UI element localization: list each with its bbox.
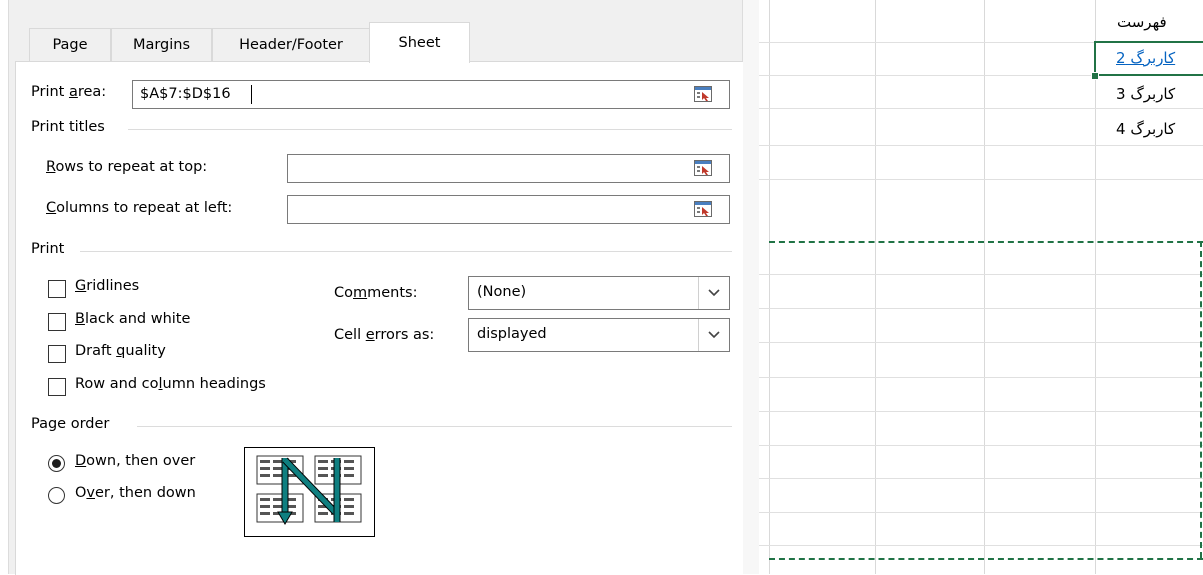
collapse-dialog-icon [694, 160, 712, 176]
columns-collapse-button[interactable] [692, 199, 714, 219]
tab-page[interactable]: Page [29, 28, 111, 61]
row-gridline [759, 478, 1203, 479]
row-gridline [759, 411, 1203, 412]
row-gridline [759, 512, 1203, 513]
cell-errors-select[interactable]: displayed [468, 318, 730, 352]
dialog-left-border [0, 0, 9, 574]
page-order-down-then-over-icon [256, 455, 362, 525]
columns-to-repeat-input[interactable] [287, 195, 730, 224]
tab-header-footer-label: Header/Footer [239, 37, 343, 53]
page-order-heading: Page order [31, 416, 110, 432]
chevron-down-icon [708, 331, 720, 339]
tab-margins[interactable]: Margins [111, 28, 212, 61]
tab-sheet[interactable]: Sheet [369, 22, 470, 63]
black-and-white-label: Black and white [75, 311, 191, 327]
rows-to-repeat-label: Rows to repeat at top: [46, 159, 208, 175]
print-titles-divider [128, 129, 732, 130]
black-and-white-checkbox[interactable] [48, 313, 66, 331]
page-break-line-bottom [769, 558, 1203, 560]
print-area-value: $A$7:$D$16 [140, 86, 231, 102]
dialog-right-border [742, 0, 759, 574]
cell-sheet3[interactable]: کاربرگ 3 [1116, 85, 1175, 103]
tab-margins-label: Margins [132, 37, 191, 53]
row-gridline [759, 445, 1203, 446]
cell-sheet4[interactable]: کاربرگ 4 [1116, 120, 1175, 138]
draft-quality-label: Draft quality [75, 343, 166, 359]
over-then-down-radio[interactable] [48, 487, 65, 504]
rows-collapse-button[interactable] [692, 158, 714, 178]
comments-label: Comments: [334, 285, 418, 301]
worksheet-grid[interactable]: فهرست کاربرگ 2 کاربرگ 3 کاربرگ 4 [759, 0, 1203, 574]
gridlines-label: Gridlines [75, 278, 140, 294]
cell-errors-label: Cell errors as: [334, 327, 435, 343]
comments-select-value: (None) [477, 284, 527, 300]
comments-dropdown-button[interactable] [698, 277, 729, 309]
row-gridline [759, 274, 1203, 275]
cell-errors-select-value: displayed [477, 326, 547, 342]
down-then-over-label: Down, then over [75, 453, 196, 469]
page-setup-dialog: Page Margins Header/Footer Sheet Print a… [0, 0, 759, 575]
collapse-dialog-icon [694, 201, 712, 217]
row-gridline [759, 179, 1203, 180]
cell-errors-dropdown-button[interactable] [698, 319, 729, 351]
cell-sheet2-link[interactable]: کاربرگ 2 [1116, 49, 1175, 67]
chevron-down-icon [708, 289, 720, 297]
column-gridline [875, 0, 876, 574]
page-order-preview [244, 447, 375, 537]
column-gridline [984, 0, 985, 574]
draft-quality-checkbox[interactable] [48, 345, 66, 363]
comments-select[interactable]: (None) [468, 276, 730, 310]
column-gridline [1095, 0, 1096, 574]
columns-to-repeat-label: Columns to repeat at left: [46, 200, 233, 216]
print-divider [80, 251, 732, 252]
page-break-line-right [1200, 241, 1202, 558]
row-gridline [759, 545, 1203, 546]
print-heading: Print [31, 241, 65, 257]
row-gridline [759, 377, 1203, 378]
print-area-label: Print area: [31, 84, 107, 100]
tab-sheet-label: Sheet [398, 35, 441, 51]
row-gridline [759, 145, 1203, 146]
print-area-input[interactable]: $A$7:$D$16 [132, 80, 730, 109]
tab-header-footer[interactable]: Header/Footer [212, 28, 370, 61]
collapse-dialog-icon [694, 86, 712, 102]
row-column-headings-label: Row and column headings [75, 376, 266, 392]
row-gridline [759, 308, 1203, 309]
fill-handle[interactable] [1091, 72, 1099, 80]
over-then-down-label: Over, then down [75, 485, 196, 501]
down-then-over-radio[interactable] [48, 455, 65, 472]
page-break-line-top [769, 241, 1203, 243]
column-gridline [769, 0, 770, 574]
text-caret [251, 85, 252, 104]
print-area-collapse-button[interactable] [692, 84, 714, 104]
gridlines-checkbox[interactable] [48, 280, 66, 298]
tab-page-label: Page [52, 37, 88, 53]
page-order-divider [137, 426, 732, 427]
cell-index[interactable]: فهرست [1117, 13, 1167, 31]
print-titles-heading: Print titles [31, 119, 105, 135]
row-column-headings-checkbox[interactable] [48, 378, 66, 396]
row-gridline [759, 342, 1203, 343]
row-gridline [759, 108, 1203, 109]
rows-to-repeat-input[interactable] [287, 154, 730, 183]
